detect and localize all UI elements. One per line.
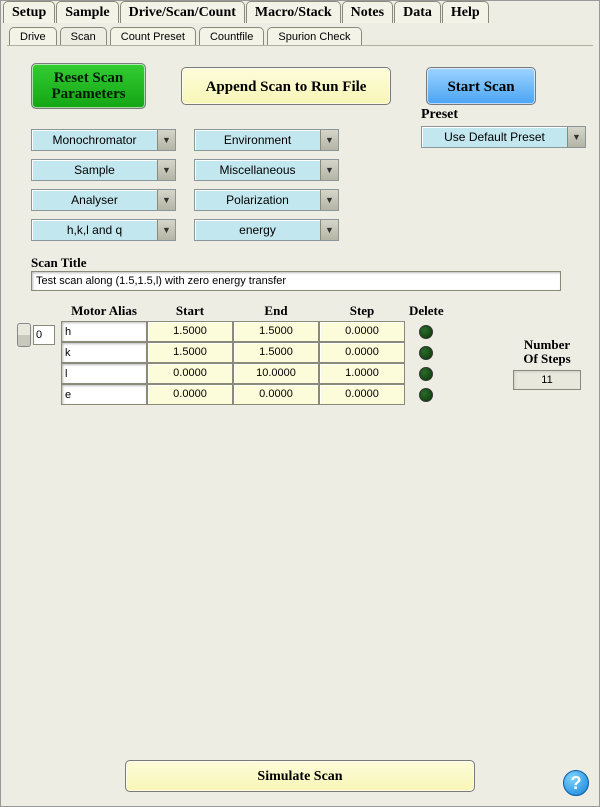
dropdown-sample[interactable]: Sample▼ xyxy=(31,159,176,181)
scan-table-group: Motor Alias Start End Step Delete 1.5000… xyxy=(1,297,599,405)
tab-notes[interactable]: Notes xyxy=(342,1,393,23)
col-step: Step xyxy=(319,301,405,321)
tab-data[interactable]: Data xyxy=(394,1,441,23)
preset-group: Preset Use Default Preset ▼ xyxy=(421,107,586,148)
dropdown-analyser[interactable]: Analyser▼ xyxy=(31,189,176,211)
alias-input[interactable] xyxy=(61,342,147,363)
dropdown-environment[interactable]: Environment▼ xyxy=(194,129,339,151)
subtab-countfile[interactable]: Countfile xyxy=(199,27,264,45)
col-end: End xyxy=(233,301,319,321)
main-tab-bar: Setup Sample Drive/Scan/Count Macro/Stac… xyxy=(1,1,599,23)
step-cell[interactable]: 1.0000 xyxy=(319,363,405,384)
table-row: 1.5000 1.5000 0.0000 xyxy=(61,321,448,342)
preset-dropdown[interactable]: Use Default Preset ▼ xyxy=(421,126,586,148)
tab-help[interactable]: Help xyxy=(442,1,489,23)
chevron-down-icon: ▼ xyxy=(320,160,338,180)
col-motor-alias: Motor Alias xyxy=(61,301,147,321)
scan-title-label: Scan Title xyxy=(31,255,569,271)
delete-led-icon[interactable] xyxy=(419,346,433,360)
simulate-scan-button[interactable]: Simulate Scan xyxy=(125,760,475,792)
chevron-down-icon: ▼ xyxy=(320,130,338,150)
row-index-input[interactable] xyxy=(33,325,55,345)
number-of-steps-group: Number Of Steps 11 xyxy=(513,338,581,390)
dropdown-monochromator[interactable]: Monochromator▼ xyxy=(31,129,176,151)
chevron-down-icon: ▼ xyxy=(157,160,175,180)
alias-input[interactable] xyxy=(61,384,147,405)
append-scan-button[interactable]: Append Scan to Run File xyxy=(181,67,391,105)
delete-led-icon[interactable] xyxy=(419,367,433,381)
dropdown-hklq[interactable]: h,k,l and q▼ xyxy=(31,219,176,241)
reset-scan-button[interactable]: Reset Scan Parameters xyxy=(31,63,146,109)
end-cell[interactable]: 0.0000 xyxy=(233,384,319,405)
alias-input[interactable] xyxy=(61,321,147,342)
chevron-down-icon: ▼ xyxy=(320,220,338,240)
end-cell[interactable]: 10.0000 xyxy=(233,363,319,384)
steps-value: 11 xyxy=(513,370,581,390)
step-cell[interactable]: 0.0000 xyxy=(319,342,405,363)
table-row: 0.0000 10.0000 1.0000 xyxy=(61,363,448,384)
table-row: 1.5000 1.5000 0.0000 xyxy=(61,342,448,363)
steps-label-line2: Of Steps xyxy=(513,352,581,366)
preset-label: Preset xyxy=(421,107,586,123)
tab-sample[interactable]: Sample xyxy=(56,1,118,23)
step-cell[interactable]: 0.0000 xyxy=(319,384,405,405)
chevron-down-icon: ▼ xyxy=(157,220,175,240)
tab-macro-stack[interactable]: Macro/Stack xyxy=(246,1,341,23)
start-cell[interactable]: 0.0000 xyxy=(147,363,233,384)
chevron-down-icon: ▼ xyxy=(157,130,175,150)
dropdown-energy[interactable]: energy▼ xyxy=(194,219,339,241)
subtab-count-preset[interactable]: Count Preset xyxy=(110,27,196,45)
chevron-down-icon: ▼ xyxy=(320,190,338,210)
dropdown-polarization[interactable]: Polarization▼ xyxy=(194,189,339,211)
chevron-down-icon: ▼ xyxy=(157,190,175,210)
delete-led-icon[interactable] xyxy=(419,325,433,339)
start-cell[interactable]: 1.5000 xyxy=(147,342,233,363)
scan-title-group: Scan Title xyxy=(1,241,599,297)
end-cell[interactable]: 1.5000 xyxy=(233,321,319,342)
table-header-row: Motor Alias Start End Step Delete xyxy=(61,301,448,321)
subtab-scan[interactable]: Scan xyxy=(60,27,107,45)
dropdown-miscellaneous[interactable]: Miscellaneous▼ xyxy=(194,159,339,181)
chevron-down-icon: ▼ xyxy=(567,127,585,147)
col-start: Start xyxy=(147,301,233,321)
bottom-bar: Simulate Scan xyxy=(1,760,599,792)
start-cell[interactable]: 0.0000 xyxy=(147,384,233,405)
end-cell[interactable]: 1.5000 xyxy=(233,342,319,363)
subtab-spurion[interactable]: Spurion Check xyxy=(267,27,361,45)
tab-setup[interactable]: Setup xyxy=(3,1,55,23)
preset-value: Use Default Preset xyxy=(422,130,567,144)
steps-label-line1: Number xyxy=(513,338,581,352)
tab-drive-scan-count[interactable]: Drive/Scan/Count xyxy=(120,1,245,23)
subtab-drive[interactable]: Drive xyxy=(9,27,57,45)
help-icon[interactable]: ? xyxy=(563,770,589,796)
delete-led-icon[interactable] xyxy=(419,388,433,402)
scan-table: Motor Alias Start End Step Delete 1.5000… xyxy=(61,301,448,405)
col-delete: Delete xyxy=(405,301,448,321)
step-cell[interactable]: 0.0000 xyxy=(319,321,405,342)
alias-input[interactable] xyxy=(61,363,147,384)
scan-title-input[interactable] xyxy=(31,271,561,291)
start-scan-button[interactable]: Start Scan xyxy=(426,67,536,105)
sub-tab-bar: Drive Scan Count Preset Countfile Spurio… xyxy=(1,23,599,45)
row-index-stepper[interactable] xyxy=(17,323,31,347)
table-row: 0.0000 0.0000 0.0000 xyxy=(61,384,448,405)
start-cell[interactable]: 1.5000 xyxy=(147,321,233,342)
motor-selectors: Preset Use Default Preset ▼ Monochromato… xyxy=(1,129,599,241)
